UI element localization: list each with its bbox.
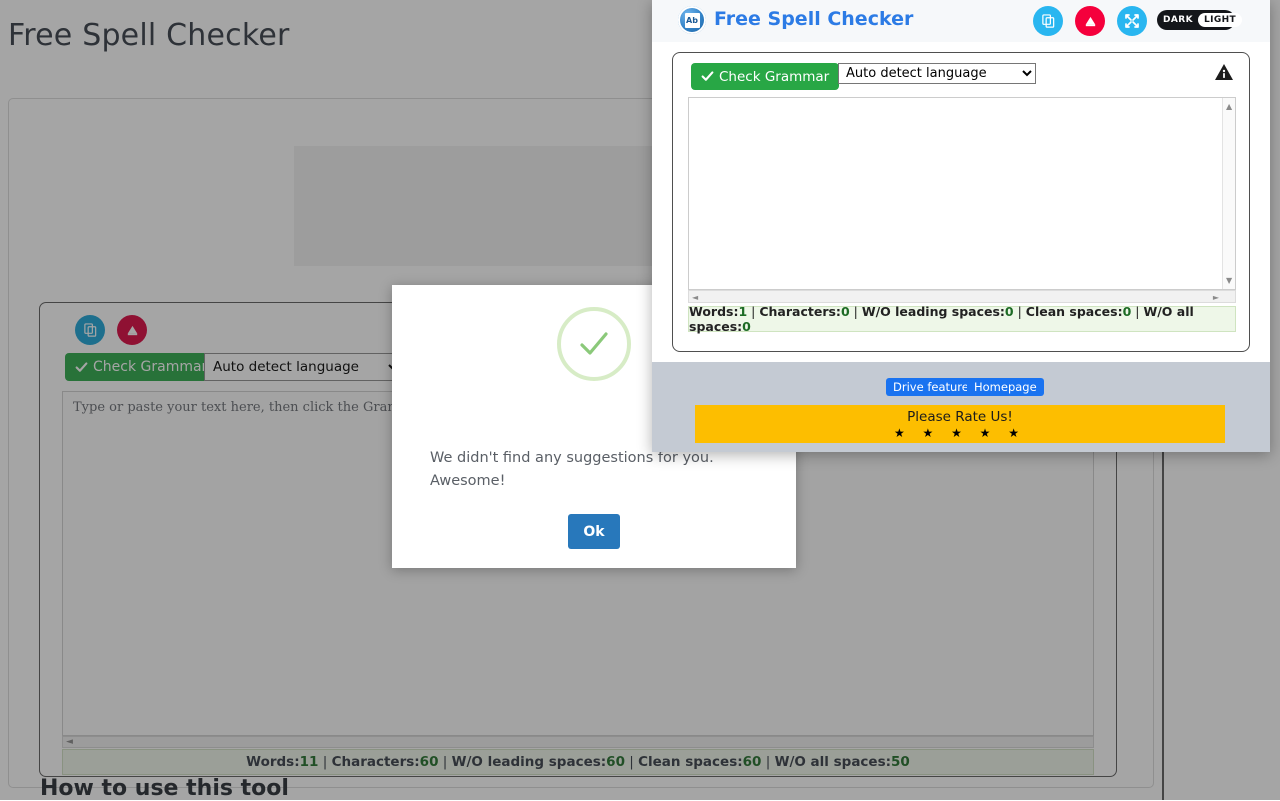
- scroll-up-arrow[interactable]: ▲: [1226, 102, 1232, 111]
- rate-us-banner[interactable]: Please Rate Us! ★ ★ ★ ★ ★: [695, 405, 1225, 443]
- popup-header: Ab Free Spell Checker DARK: [652, 0, 1270, 42]
- words-value: 1: [738, 304, 747, 319]
- theme-dark-option[interactable]: DARK: [1161, 15, 1195, 25]
- app-logo-icon: Ab: [678, 6, 706, 34]
- rating-stars[interactable]: ★ ★ ★ ★ ★: [894, 426, 1026, 440]
- text-input-area[interactable]: ▲ ▼: [688, 97, 1236, 290]
- words-label: Words:: [689, 304, 738, 319]
- info-warning-icon[interactable]: [1213, 61, 1235, 83]
- eraser-icon: [1083, 14, 1098, 29]
- scroll-down-arrow[interactable]: ▼: [1226, 276, 1232, 285]
- drive-feature-button[interactable]: Drive feature: [886, 378, 976, 396]
- homepage-button[interactable]: Homepage: [967, 378, 1044, 396]
- wo-leading-value: 0: [1005, 304, 1014, 319]
- language-select[interactable]: Auto detect language: [838, 63, 1036, 84]
- info-triangle-glyph: [1214, 62, 1234, 82]
- popup-footer: Drive feature Homepage Please Rate Us! ★…: [652, 362, 1270, 452]
- dialog-message: We didn't find any suggestions for you. …: [430, 447, 760, 493]
- theme-toggle[interactable]: DARK LIGHT: [1157, 10, 1235, 30]
- ok-button[interactable]: Ok: [568, 514, 620, 549]
- wo-all-value: 0: [742, 319, 751, 334]
- extension-popup: Ab Free Spell Checker DARK: [652, 0, 1270, 452]
- sep: |: [1014, 304, 1026, 319]
- expand-icon-button[interactable]: [1117, 6, 1147, 36]
- check-glyph: [572, 322, 616, 366]
- rate-us-label: Please Rate Us!: [907, 409, 1013, 425]
- horizontal-scrollbar[interactable]: ◄ ►: [688, 290, 1236, 303]
- check-icon: [701, 70, 714, 83]
- clean-spaces-label: Clean spaces:: [1026, 304, 1123, 319]
- scroll-right-arrow[interactable]: ►: [1213, 293, 1219, 302]
- eraser-icon-button[interactable]: [1075, 6, 1105, 36]
- vertical-scrollbar[interactable]: ▲ ▼: [1222, 98, 1235, 289]
- copy-icon-button[interactable]: [1033, 6, 1063, 36]
- logo-text: Ab: [685, 13, 700, 28]
- clean-spaces-value: 0: [1123, 304, 1132, 319]
- success-check-icon: [557, 307, 631, 381]
- check-grammar-button[interactable]: Check Grammar: [691, 63, 839, 90]
- sep: |: [1131, 304, 1143, 319]
- expand-icon: [1124, 13, 1140, 29]
- check-grammar-label: Check Grammar: [719, 69, 829, 85]
- copy-icon: [1041, 14, 1056, 29]
- characters-label: Characters:: [759, 304, 841, 319]
- status-bar: Words:1 | Characters:0 | W/O leading spa…: [688, 306, 1236, 332]
- theme-light-option[interactable]: LIGHT: [1198, 13, 1242, 27]
- wo-leading-label: W/O leading spaces:: [862, 304, 1005, 319]
- sep: |: [747, 304, 759, 319]
- characters-value: 0: [841, 304, 850, 319]
- scroll-left-arrow[interactable]: ◄: [692, 293, 698, 302]
- popup-title: Free Spell Checker: [714, 8, 913, 30]
- popup-tool-card: Check Grammar Auto detect language ▲ ▼ ◄…: [672, 52, 1250, 352]
- sep: |: [850, 304, 862, 319]
